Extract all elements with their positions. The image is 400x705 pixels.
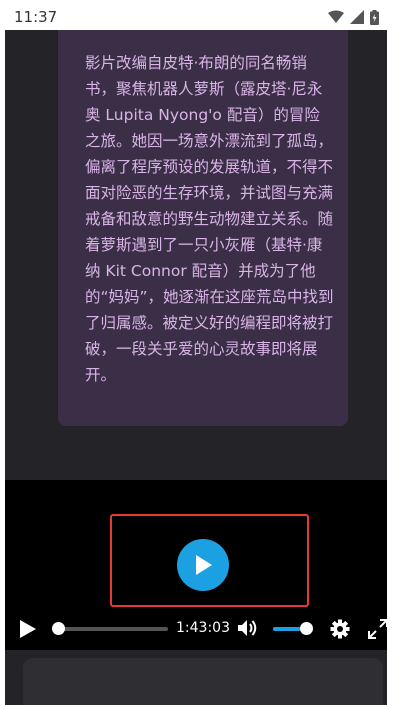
play-icon xyxy=(196,555,212,575)
movie-description: 影片改编自皮特·布朗的同名畅销书，聚焦机器人萝斯（露皮塔·尼永奥 Lupita … xyxy=(85,54,334,384)
app-content: 影片改编自皮特·布朗的同名畅销书，聚焦机器人萝斯（露皮塔·尼永奥 Lupita … xyxy=(5,30,387,705)
fullscreen-icon[interactable] xyxy=(368,619,387,639)
next-card xyxy=(23,658,383,705)
status-icons xyxy=(328,9,387,25)
description-card: 影片改编自皮特·布朗的同名畅销书，聚焦机器人萝斯（露皮塔·尼永奥 Lupita … xyxy=(58,30,348,426)
duration-label: 1:43:03 xyxy=(176,620,230,636)
volume-icon[interactable] xyxy=(237,618,259,638)
status-time: 11:37 xyxy=(14,8,58,26)
seek-bar[interactable] xyxy=(58,627,168,631)
signal-icon xyxy=(350,10,364,24)
big-play-button[interactable] xyxy=(177,539,229,591)
seek-thumb[interactable] xyxy=(52,622,65,635)
gear-icon[interactable] xyxy=(330,619,350,639)
status-bar: 11:37 xyxy=(5,4,387,30)
player-controls: 1:43:03 xyxy=(5,610,387,648)
volume-thumb[interactable] xyxy=(300,622,313,635)
video-player[interactable]: 1:43:03 xyxy=(5,480,387,650)
wifi-icon xyxy=(328,10,344,23)
battery-icon xyxy=(370,9,379,25)
volume-level xyxy=(273,627,300,631)
play-icon[interactable] xyxy=(19,619,37,639)
phone-screen: 11:37 影片改编自皮特·布朗的同名畅销书，聚焦机器人萝斯（露皮塔·尼永奥 L… xyxy=(0,0,400,705)
